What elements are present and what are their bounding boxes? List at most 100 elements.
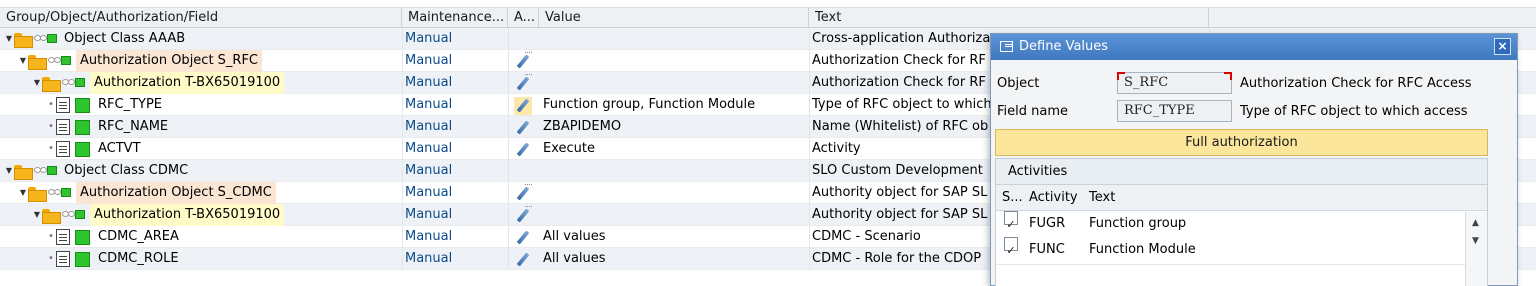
expand-triangle-icon[interactable]: ▼ [32, 72, 42, 94]
leaf-bullet-icon: • [48, 121, 54, 132]
col-header-value[interactable]: Value [539, 8, 809, 28]
column-divider [809, 94, 810, 115]
maintenance-cell: Manual [405, 97, 453, 112]
object-field[interactable]: S_RFC [1117, 72, 1232, 94]
maintenance-cell: Manual [405, 141, 453, 156]
scroll-up-icon[interactable]: ▲ [1472, 218, 1479, 228]
tree-node[interactable]: • RFC_NAME [46, 116, 170, 138]
tree-node[interactable]: • CDMC_ROLE [46, 248, 181, 270]
tree-node[interactable]: ▼ Authorization T-BX65019100 [32, 72, 285, 94]
column-divider [402, 28, 403, 49]
column-divider [809, 28, 810, 49]
pencil-icon[interactable] [514, 229, 532, 247]
maintenance-cell: Manual [405, 251, 453, 266]
folder-icon [14, 164, 33, 180]
column-divider [508, 204, 509, 225]
activities-header: S... Activity Text [996, 185, 1487, 211]
value-cell: All values [543, 229, 606, 244]
pencil-icon[interactable] [514, 141, 532, 159]
expand-triangle-icon[interactable]: ▼ [18, 50, 28, 72]
edit-cell [514, 182, 538, 204]
maintenance-cell: Manual [405, 53, 453, 68]
tree-node[interactable]: ▼ Object Class CDMC [4, 160, 190, 182]
value-cell: Function group, Function Module [543, 97, 756, 112]
value-cell: Execute [543, 141, 595, 156]
edit-cell [514, 94, 538, 116]
act-col-s[interactable]: S... [1002, 185, 1023, 211]
pencil-icon[interactable] [514, 74, 532, 93]
full-authorization-button[interactable]: Full authorization [995, 129, 1488, 156]
column-divider [402, 182, 403, 203]
edit-cell [514, 116, 538, 138]
close-icon[interactable]: × [1494, 38, 1511, 55]
value-cell: ZBAPIDEMO [543, 119, 622, 134]
tree-node[interactable]: ▼ Authorization Object S_CDMC [18, 182, 276, 204]
column-divider [809, 248, 810, 269]
activity-checkbox[interactable]: ✓ [1004, 237, 1018, 257]
col-header-text[interactable]: Text [809, 8, 1209, 28]
name-cell: • RFC_TYPE [0, 94, 402, 116]
leaf-bullet-icon: • [48, 231, 54, 242]
maintenance-cell: Manual [405, 185, 453, 200]
activities-panel: Activities S... Activity Text ✓ FUGR Funct… [995, 158, 1488, 286]
value-cell [543, 160, 808, 182]
tree-node[interactable]: ▼ Authorization T-BX65019100 [32, 204, 285, 226]
name-cell: ▼ Object Class AAAB [0, 28, 402, 50]
expand-triangle-icon[interactable]: ▼ [18, 182, 28, 204]
column-divider [508, 116, 509, 137]
activity-checkbox[interactable]: ✓ [1004, 211, 1018, 231]
activity-row[interactable]: ✓ FUNC Function Module [996, 237, 1487, 263]
tree-node[interactable]: ▼ Object Class AAAB [4, 28, 187, 50]
tree-node[interactable]: • RFC_TYPE [46, 94, 164, 116]
name-cell: ▼ Object Class CDMC [0, 160, 402, 182]
folder-icon [42, 208, 61, 224]
act-col-activity[interactable]: Activity [1029, 185, 1078, 211]
expand-triangle-icon[interactable]: ▼ [32, 204, 42, 226]
node-label: Authorization Object S_RFC [76, 50, 263, 72]
edit-cell [514, 248, 538, 270]
pencil-icon[interactable] [514, 184, 532, 203]
folder-icon [14, 32, 33, 48]
column-divider [402, 204, 403, 225]
edit-cell [514, 72, 538, 94]
green-status-icon [75, 119, 90, 135]
field-name-description: Type of RFC object to which access [1240, 104, 1468, 119]
col-header-maintenance[interactable]: Maintenance... [402, 8, 508, 28]
tree-node[interactable]: • ACTVT [46, 138, 143, 160]
activity-code: FUNC [1029, 242, 1065, 257]
value-cell [543, 72, 808, 94]
dialog-titlebar[interactable]: Define Values × [991, 34, 1517, 60]
pencil-icon[interactable] [514, 119, 532, 137]
activities-scrollbar[interactable]: ▲ ▼ [1465, 212, 1487, 286]
node-label: RFC_TYPE [98, 97, 163, 112]
col-header-name[interactable]: Group/Object/Authorization/Field [0, 8, 402, 28]
activity-code: FUGR [1029, 216, 1066, 231]
column-divider [402, 116, 403, 137]
activity-row[interactable]: ✓ FUGR Function group [996, 211, 1487, 237]
pencil-icon[interactable] [514, 206, 532, 225]
expand-triangle-icon[interactable]: ▼ [4, 28, 14, 50]
node-label: Authorization T-BX65019100 [90, 204, 285, 226]
column-divider [809, 182, 810, 203]
column-divider [402, 94, 403, 115]
col-header-a[interactable]: A... [508, 8, 539, 28]
pencil-icon[interactable] [514, 251, 532, 269]
node-label: Object Class AAAB [64, 31, 186, 46]
act-col-text[interactable]: Text [1089, 185, 1115, 211]
name-cell: • CDMC_ROLE [0, 248, 402, 270]
edit-cell [514, 226, 538, 248]
pencil-icon[interactable] [514, 97, 532, 115]
field-name-field[interactable]: RFC_TYPE [1117, 100, 1232, 122]
tree-node[interactable]: ▼ Authorization Object S_RFC [18, 50, 263, 72]
tree-node[interactable]: • CDMC_AREA [46, 226, 181, 248]
green-status-icon [75, 141, 90, 157]
define-values-dialog: Define Values × Object S_RFC Authorizati… [990, 33, 1518, 286]
column-divider [402, 226, 403, 247]
expand-triangle-icon[interactable]: ▼ [4, 160, 14, 182]
maintenance-cell: Manual [405, 119, 453, 134]
scroll-down-icon[interactable]: ▼ [1472, 236, 1479, 246]
value-cell [543, 204, 808, 226]
edit-cell [514, 28, 538, 50]
pencil-icon[interactable] [514, 52, 532, 71]
column-divider [508, 182, 509, 203]
